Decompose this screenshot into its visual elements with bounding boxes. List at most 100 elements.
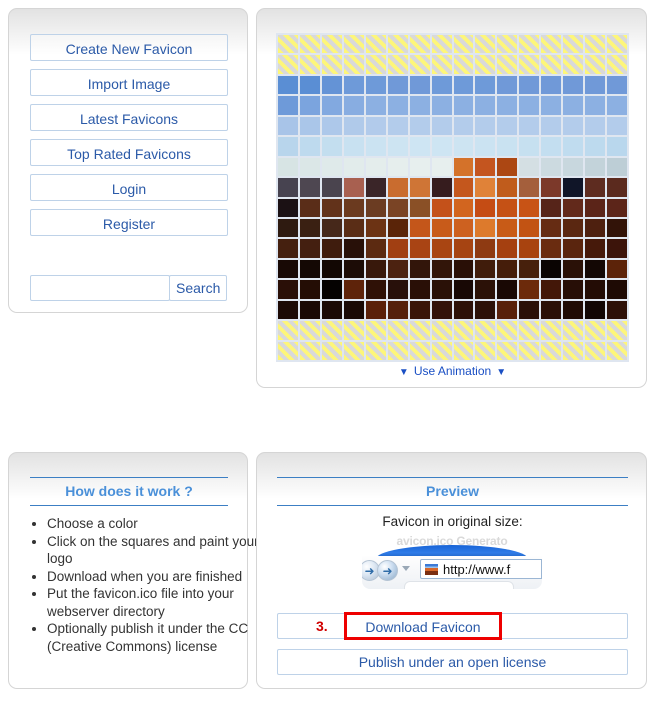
pixel-cell[interactable]	[409, 75, 430, 95]
pixel-cell[interactable]	[431, 218, 452, 238]
pixel-cell[interactable]	[321, 259, 342, 279]
pixel-cell[interactable]	[343, 321, 364, 340]
sidebar-item-latest-favicons[interactable]: Latest Favicons	[30, 104, 228, 131]
pixel-cell[interactable]	[453, 341, 474, 360]
pixel-cell[interactable]	[475, 116, 496, 136]
pixel-cell[interactable]	[497, 259, 518, 279]
pixel-cell[interactable]	[585, 35, 606, 54]
pixel-cell[interactable]	[607, 341, 627, 360]
pixel-cell[interactable]	[475, 96, 496, 115]
pixel-cell[interactable]	[387, 341, 408, 360]
pixel-cell[interactable]	[585, 341, 606, 360]
pixel-cell[interactable]	[431, 300, 452, 320]
pixel-cell[interactable]	[431, 75, 452, 95]
pixel-cell[interactable]	[365, 198, 386, 217]
pixel-cell[interactable]	[343, 75, 364, 95]
pixel-cell[interactable]	[475, 137, 496, 156]
pixel-cell[interactable]	[497, 96, 518, 115]
pixel-cell[interactable]	[541, 96, 562, 115]
pixel-cell[interactable]	[343, 96, 364, 115]
pixel-cell[interactable]	[409, 341, 430, 360]
pixel-cell[interactable]	[453, 259, 474, 279]
pixel-cell[interactable]	[453, 178, 474, 197]
pixel-cell[interactable]	[497, 239, 518, 258]
pixel-cell[interactable]	[343, 137, 364, 156]
pixel-cell[interactable]	[541, 341, 562, 360]
pixel-cell[interactable]	[321, 178, 342, 197]
pixel-cell[interactable]	[585, 157, 606, 177]
pixel-cell[interactable]	[453, 35, 474, 54]
pixel-cell[interactable]	[278, 137, 298, 156]
pixel-cell[interactable]	[387, 75, 408, 95]
pixel-cell[interactable]	[278, 341, 298, 360]
pixel-cell[interactable]	[497, 116, 518, 136]
pixel-cell[interactable]	[278, 239, 298, 258]
pixel-cell[interactable]	[585, 116, 606, 136]
pixel-cell[interactable]	[278, 178, 298, 197]
sidebar-item-top-rated-favicons[interactable]: Top Rated Favicons	[30, 139, 228, 166]
pixel-cell[interactable]	[607, 35, 627, 54]
pixel-cell[interactable]	[409, 178, 430, 197]
pixel-cell[interactable]	[453, 137, 474, 156]
pixel-cell[interactable]	[453, 218, 474, 238]
pixel-cell[interactable]	[409, 35, 430, 54]
pixel-cell[interactable]	[519, 178, 540, 197]
pixel-cell[interactable]	[321, 218, 342, 238]
pixel-cell[interactable]	[343, 198, 364, 217]
pixel-cell[interactable]	[365, 239, 386, 258]
search-button[interactable]: Search	[169, 275, 227, 301]
pixel-cell[interactable]	[278, 218, 298, 238]
pixel-cell[interactable]	[453, 280, 474, 299]
pixel-cell[interactable]	[387, 239, 408, 258]
pixel-cell[interactable]	[409, 280, 430, 299]
pixel-cell[interactable]	[541, 321, 562, 340]
pixel-cell[interactable]	[321, 280, 342, 299]
pixel-cell[interactable]	[278, 55, 298, 74]
pixel-cell[interactable]	[563, 116, 584, 136]
pixel-cell[interactable]	[607, 96, 627, 115]
pixel-cell[interactable]	[299, 157, 320, 177]
pixel-cell[interactable]	[365, 157, 386, 177]
pixel-cell[interactable]	[475, 55, 496, 74]
sidebar-item-import-image[interactable]: Import Image	[30, 69, 228, 96]
pixel-cell[interactable]	[563, 300, 584, 320]
pixel-cell[interactable]	[607, 55, 627, 74]
sidebar-item-create-new-favicon[interactable]: Create New Favicon	[30, 34, 228, 61]
pixel-cell[interactable]	[387, 157, 408, 177]
pixel-cell[interactable]	[278, 96, 298, 115]
pixel-cell[interactable]	[607, 218, 627, 238]
pixel-cell[interactable]	[409, 96, 430, 115]
pixel-cell[interactable]	[365, 178, 386, 197]
pixel-cell[interactable]	[299, 280, 320, 299]
pixel-cell[interactable]	[607, 75, 627, 95]
pixel-cell[interactable]	[519, 321, 540, 340]
pixel-cell[interactable]	[409, 321, 430, 340]
pixel-cell[interactable]	[343, 35, 364, 54]
pixel-cell[interactable]	[563, 157, 584, 177]
pixel-cell[interactable]	[607, 300, 627, 320]
pixel-cell[interactable]	[278, 259, 298, 279]
pixel-cell[interactable]	[387, 218, 408, 238]
pixel-cell[interactable]	[299, 218, 320, 238]
pixel-cell[interactable]	[541, 259, 562, 279]
pixel-cell[interactable]	[563, 198, 584, 217]
pixel-cell[interactable]	[431, 35, 452, 54]
pixel-cell[interactable]	[278, 300, 298, 320]
pixel-cell[interactable]	[321, 96, 342, 115]
pixel-cell[interactable]	[519, 300, 540, 320]
pixel-cell[interactable]	[343, 218, 364, 238]
pixel-cell[interactable]	[541, 218, 562, 238]
pixel-cell[interactable]	[519, 198, 540, 217]
pixel-cell[interactable]	[409, 300, 430, 320]
pixel-cell[interactable]	[585, 300, 606, 320]
pixel-cell[interactable]	[321, 75, 342, 95]
pixel-cell[interactable]	[607, 239, 627, 258]
pixel-cell[interactable]	[585, 137, 606, 156]
pixel-cell[interactable]	[497, 137, 518, 156]
pixel-cell[interactable]	[321, 116, 342, 136]
pixel-cell[interactable]	[299, 259, 320, 279]
pixel-cell[interactable]	[409, 157, 430, 177]
pixel-cell[interactable]	[607, 157, 627, 177]
pixel-cell[interactable]	[563, 35, 584, 54]
pixel-cell[interactable]	[431, 55, 452, 74]
